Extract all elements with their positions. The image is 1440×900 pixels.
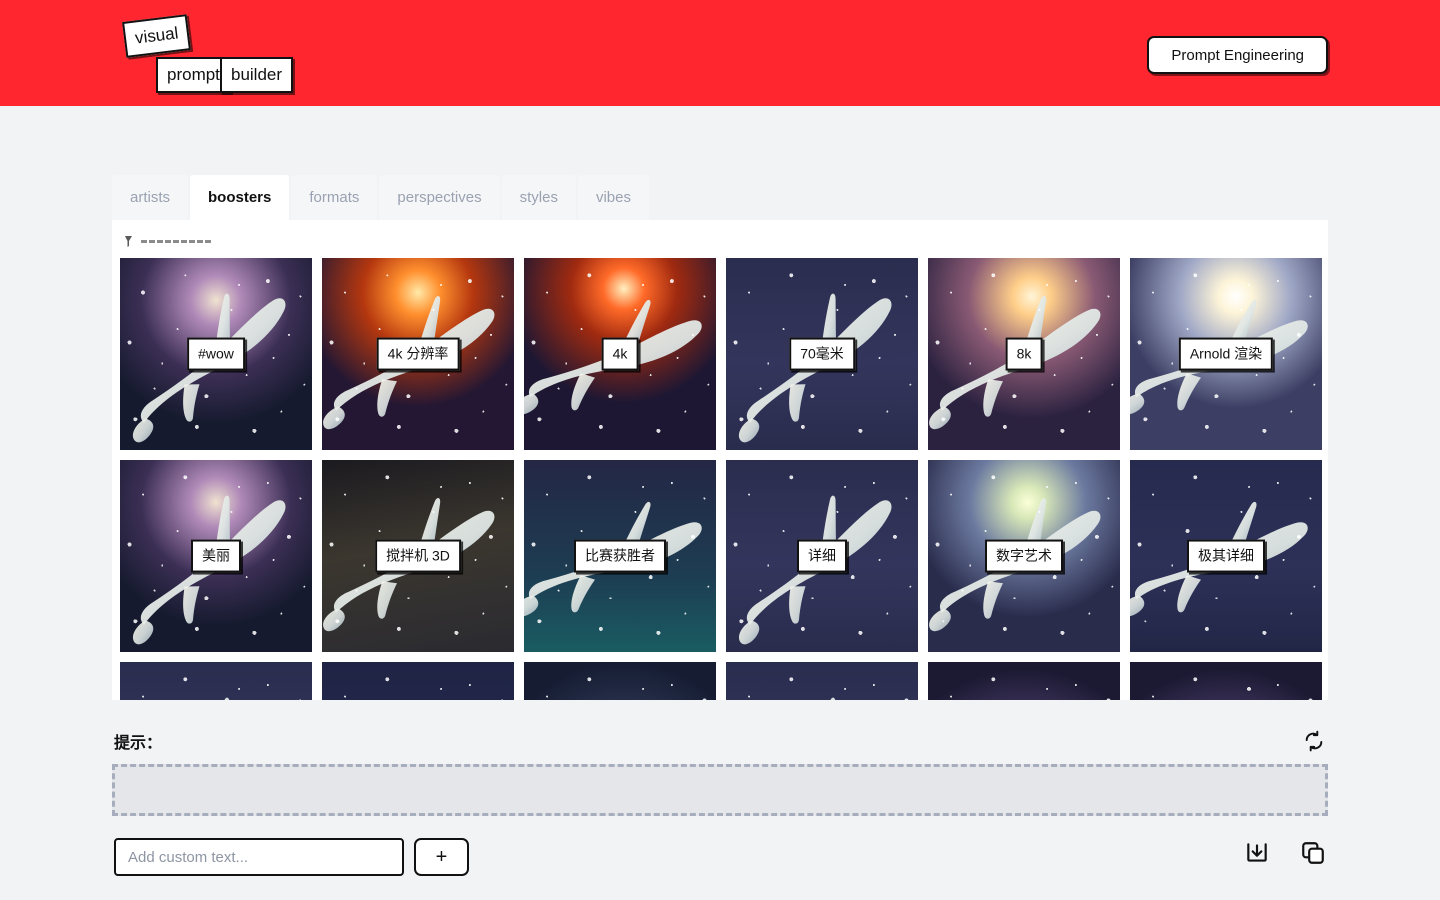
booster-card[interactable]: 详细 [726,460,918,652]
booster-card[interactable] [120,662,312,700]
star-layer [524,662,716,700]
logo-chip-visual: visual [122,14,192,58]
prompt-label: 提示： [114,735,163,752]
card-label: 极其详细 [1187,539,1265,573]
filter-icon[interactable] [124,235,133,248]
logo-chip-builder: builder [220,57,294,93]
card-label: 美丽 [191,539,241,573]
booster-card[interactable] [726,662,918,700]
tab-vibes[interactable]: vibes [577,175,649,220]
booster-card[interactable]: 极其详细 [1130,460,1322,652]
card-label: 8k [1005,337,1043,371]
star-layer [928,662,1120,700]
booster-card[interactable]: 70毫米 [726,258,918,450]
download-icon[interactable] [1242,838,1272,868]
card-label: 数字艺术 [985,539,1063,573]
card-label: 比赛获胜者 [574,539,666,573]
panel-toolbar [124,232,211,250]
booster-card[interactable]: Arnold 渲染 [1130,258,1322,450]
card-label: 4k [601,337,639,371]
booster-card[interactable]: 搅拌机 3D [322,460,514,652]
card-label: 详细 [797,539,847,573]
booster-card[interactable]: 美丽 [120,460,312,652]
card-artwork [322,662,514,700]
prompt-dropzone[interactable] [112,764,1328,816]
refresh-icon[interactable] [1300,727,1328,755]
boosters-panel: #wow 4k 分辨率 4k 70毫米 8k Arnold 渲染 美丽 搅拌机 … [112,220,1328,700]
booster-card[interactable]: 4k 分辨率 [322,258,514,450]
star-layer [322,662,514,700]
booster-card[interactable] [322,662,514,700]
card-artwork [1130,662,1322,700]
custom-text-row: + [114,838,469,876]
booster-card[interactable] [1130,662,1322,700]
card-label: 4k 分辨率 [376,337,460,371]
card-artwork [120,662,312,700]
booster-card[interactable]: 比赛获胜者 [524,460,716,652]
booster-card[interactable] [524,662,716,700]
card-label: Arnold 渲染 [1178,337,1274,371]
tab-artists[interactable]: artists [112,175,189,220]
prompt-actions [1242,838,1328,868]
prompt-header: 提示： [114,726,1328,756]
tab-styles[interactable]: styles [501,175,576,220]
prompt-engineering-button[interactable]: Prompt Engineering [1147,36,1328,74]
add-custom-text-button[interactable]: + [414,838,469,876]
booster-card[interactable] [928,662,1120,700]
app-header: visual prompt builder Prompt Engineering [0,0,1440,106]
star-layer [120,662,312,700]
category-tabs: artists boosters formats perspectives styles… [112,175,649,220]
booster-card[interactable]: 8k [928,258,1120,450]
custom-text-input[interactable] [114,838,404,876]
card-label: 70毫米 [789,337,855,371]
booster-grid: #wow 4k 分辨率 4k 70毫米 8k Arnold 渲染 美丽 搅拌机 … [120,258,1322,700]
tab-perspectives[interactable]: perspectives [379,175,500,220]
card-artwork [726,662,918,700]
card-label: 搅拌机 3D [375,539,461,573]
toolbar-divider [141,239,211,243]
app-logo: visual prompt builder [120,14,380,94]
tab-boosters[interactable]: boosters [190,175,290,220]
copy-icon[interactable] [1298,838,1328,868]
booster-card[interactable]: 4k [524,258,716,450]
booster-card[interactable]: 数字艺术 [928,460,1120,652]
booster-card[interactable]: #wow [120,258,312,450]
tab-formats[interactable]: formats [291,175,378,220]
star-layer [1130,662,1322,700]
card-artwork [524,662,716,700]
star-layer [726,662,918,700]
card-artwork [928,662,1120,700]
card-label: #wow [187,337,245,371]
